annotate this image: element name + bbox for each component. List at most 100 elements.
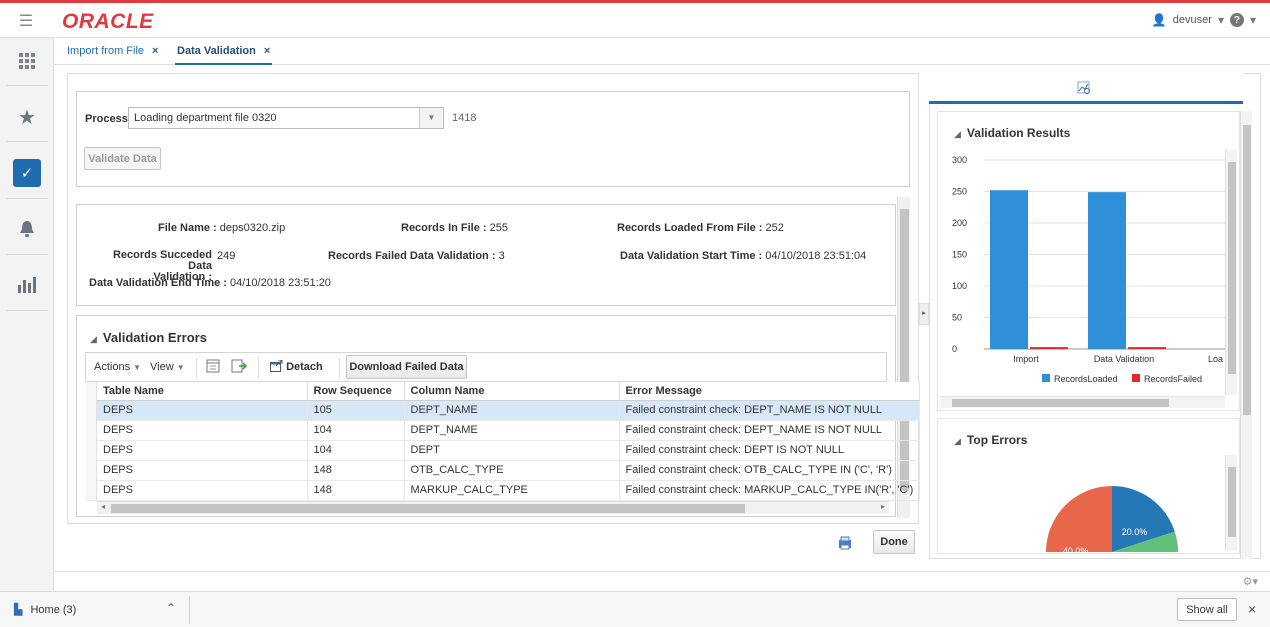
- footer-strip: ⚙▾: [54, 571, 1270, 591]
- collapse-triangle-icon: ◢: [954, 436, 961, 446]
- collapse-triangle-icon: ◢: [90, 334, 97, 344]
- tasks-clipboard-icon[interactable]: ✓: [0, 150, 54, 196]
- show-all-button[interactable]: Show all: [1177, 598, 1237, 621]
- table-cell: DEPS: [97, 480, 308, 501]
- table-cell: MARKUP_CALC_TYPE: [404, 480, 620, 501]
- table-row[interactable]: DEPS 148 OTB_CALC_TYPE Failed constraint…: [97, 460, 921, 481]
- column-header[interactable]: Column Name: [404, 382, 620, 401]
- file-name-value: deps0320.zip: [219, 222, 286, 234]
- done-button[interactable]: Done: [873, 530, 915, 554]
- y-tick-label: 0: [952, 344, 957, 354]
- table-cell: DEPS: [97, 460, 308, 481]
- records-in-file-value: 255: [489, 222, 508, 234]
- section-title: Validation Errors: [102, 330, 207, 345]
- chevron-up-icon[interactable]: ⌃: [166, 601, 176, 615]
- process-select[interactable]: Loading department file 0320 ▼: [128, 107, 444, 129]
- table-cell: Failed constraint check: DEPT_NAME IS NO…: [619, 400, 921, 421]
- close-tab-icon[interactable]: ×: [152, 45, 158, 57]
- scroll-left-icon[interactable]: ◂: [101, 502, 105, 511]
- chevron-down-icon[interactable]: ▼: [419, 108, 443, 128]
- table-row[interactable]: DEPS 105 DEPT_NAME Failed constraint che…: [97, 400, 921, 421]
- reports-chart-icon[interactable]: [0, 262, 54, 308]
- table-cell: 104: [307, 440, 405, 461]
- x-tick-label: Loa: [1208, 354, 1223, 364]
- table-cell: Failed constraint check: MARKUP_CALC_TYP…: [619, 480, 921, 501]
- column-header[interactable]: Row Sequence: [307, 382, 405, 401]
- validation-end-label: Data Validation End Time :: [89, 277, 227, 289]
- pie-slice: [1046, 486, 1112, 552]
- chart-hscrollbar[interactable]: [940, 396, 1225, 408]
- top-errors-header[interactable]: ◢ Top Errors: [954, 433, 1027, 447]
- table-cell: DEPT: [404, 440, 620, 461]
- view-label: View: [150, 361, 174, 373]
- y-tick-label: 100: [952, 281, 967, 291]
- process-label: Process: [85, 113, 128, 125]
- menu-toggle-icon[interactable]: ☰: [0, 3, 52, 38]
- nav-rail: ★ ✓: [0, 38, 54, 591]
- records-failed-value: 3: [498, 250, 505, 262]
- footer-settings-icon[interactable]: ⚙▾: [1243, 575, 1258, 588]
- apps-grid-icon[interactable]: [0, 38, 54, 84]
- right-panel-tab[interactable]: [929, 73, 1243, 104]
- favorites-star-icon[interactable]: ★: [0, 94, 54, 140]
- column-header[interactable]: Table Name: [97, 382, 308, 401]
- download-failed-data-button[interactable]: Download Failed Data: [346, 355, 467, 379]
- table-cell: 148: [307, 480, 405, 501]
- help-icon[interactable]: ?: [1229, 13, 1244, 27]
- legend-swatch: [1042, 374, 1050, 382]
- validation-start-field: Data Validation Start Time : 04/10/2018 …: [620, 250, 866, 262]
- legend-label: RecordsFailed: [1144, 374, 1202, 384]
- close-tab-icon[interactable]: ×: [264, 45, 270, 57]
- export-icon[interactable]: [231, 359, 248, 376]
- print-icon[interactable]: [838, 536, 852, 550]
- legend-swatch: [1132, 374, 1140, 382]
- errors-table: Table Name Row Sequence Column Name Erro…: [97, 382, 921, 501]
- top-errors-scrollbar[interactable]: [1225, 455, 1237, 550]
- validation-results-chart: 0 50 100 150 200 250 300 Import Data Validation L…: [952, 155, 1226, 384]
- records-succeeded-value: 249: [217, 250, 236, 262]
- records-loaded-value: 252: [765, 222, 784, 234]
- top-errors-chart: 40.0% 20.0%: [1046, 486, 1178, 552]
- file-name-label: File Name :: [158, 222, 217, 234]
- table-cell: 105: [307, 400, 405, 421]
- table-cell: DEPT_NAME: [404, 420, 620, 441]
- tab-data-validation[interactable]: Data Validation ×: [174, 45, 273, 65]
- bar-recordsloaded: [990, 190, 1028, 349]
- errors-table-hscrollbar[interactable]: ◂ ▸: [97, 501, 889, 514]
- table-row[interactable]: DEPS 104 DEPT_NAME Failed constraint che…: [97, 420, 921, 441]
- validate-data-button[interactable]: Validate Data: [84, 147, 161, 170]
- tab-strip: Import from File × Data Validation ×: [54, 38, 1270, 65]
- table-row[interactable]: DEPS 148 MARKUP_CALC_TYPE Failed constra…: [97, 480, 921, 501]
- home-taskbar-item[interactable]: ▙ Home (3): [14, 603, 76, 616]
- format-icon[interactable]: [206, 359, 220, 376]
- right-panel-scrollbar[interactable]: [1240, 111, 1252, 559]
- actions-menu[interactable]: Actions ▼: [94, 361, 141, 373]
- view-menu[interactable]: View ▼: [150, 361, 185, 373]
- records-in-file-label: Records In File :: [401, 222, 487, 234]
- detach-label: Detach: [286, 361, 323, 373]
- user-name[interactable]: devuser: [1173, 14, 1212, 26]
- y-tick-label: 200: [952, 218, 967, 228]
- table-cell: Failed constraint check: OTB_CALC_TYPE I…: [619, 460, 921, 481]
- y-tick-label: 300: [952, 155, 967, 165]
- notifications-bell-icon[interactable]: [0, 206, 54, 252]
- tab-label: Data Validation: [177, 45, 256, 57]
- detach-button[interactable]: Detach: [270, 359, 323, 373]
- x-tick-label: Data Validation: [1094, 354, 1154, 364]
- file-name-field: File Name : deps0320.zip: [158, 222, 285, 234]
- table-row[interactable]: DEPS 104 DEPT Failed constraint check: D…: [97, 440, 921, 461]
- column-header[interactable]: Error Message: [619, 382, 921, 401]
- splitter-collapse-icon[interactable]: ▸: [919, 303, 929, 325]
- validation-errors-header[interactable]: ◢ Validation Errors: [90, 330, 207, 345]
- chevron-down-icon[interactable]: ▾: [1218, 13, 1224, 27]
- scroll-right-icon[interactable]: ▸: [881, 502, 885, 511]
- chart-view-icon[interactable]: [1077, 81, 1091, 98]
- chevron-down-icon[interactable]: ▾: [1250, 13, 1256, 27]
- close-icon[interactable]: ×: [1248, 601, 1256, 617]
- tab-import-from-file[interactable]: Import from File ×: [67, 45, 158, 57]
- validation-results-header[interactable]: ◢ Validation Results: [954, 126, 1070, 140]
- y-tick-label: 150: [952, 250, 967, 260]
- home-label: Home (3): [30, 604, 77, 616]
- section-title: Validation Results: [966, 126, 1071, 140]
- chart-scrollbar[interactable]: [1225, 150, 1237, 395]
